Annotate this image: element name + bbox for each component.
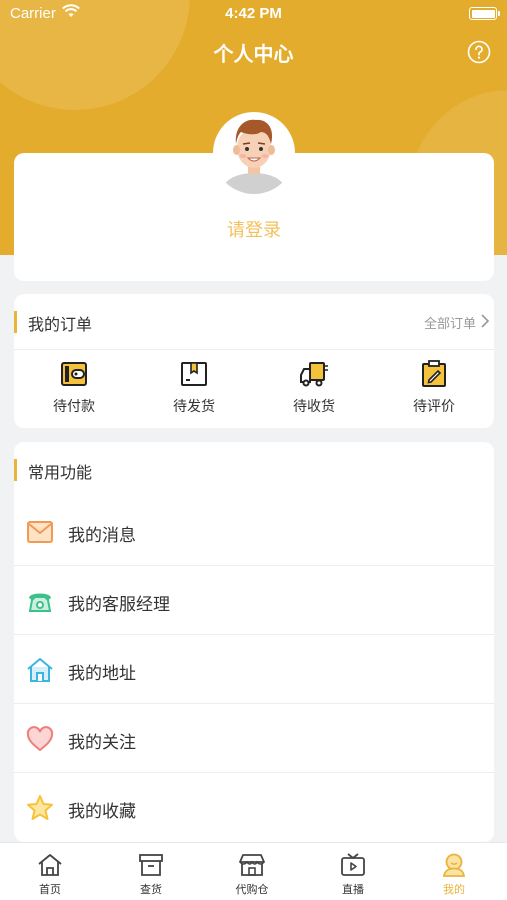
package-icon [181,362,207,386]
tab-label: 首页 [39,883,61,896]
order-pending-shipment[interactable]: 待发货 [134,354,254,416]
user-avatar-icon [224,119,284,194]
orders-card: 我的订单 全部订单 待付款 待发货 待收货 待评价 [14,294,494,428]
tv-icon [341,853,365,876]
order-item-label: 待评价 [413,399,455,415]
functions-section-title: 常用功能 [28,463,93,482]
orders-section-title: 我的订单 [28,315,93,334]
battery-icon [469,7,500,20]
heart-icon [26,726,54,752]
functions-card: 常用功能 我的消息 我的客服经理 我的地址 我的关注 我的收藏 [14,442,494,842]
menu-item-service-manager[interactable]: 我的客服经理 [14,567,494,635]
divider [14,772,494,773]
order-pending-receipt[interactable]: 待收货 [254,354,374,416]
box-icon [139,854,163,876]
clipboard-pen-icon [422,360,446,387]
tab-label: 直播 [342,883,364,896]
divider [14,703,494,704]
order-status-row: 待付款 待发货 待收货 待评价 [14,354,494,424]
menu-item-label: 我的地址 [68,664,136,684]
order-pending-review[interactable]: 待评价 [374,354,494,416]
delivery-truck-icon [300,362,328,387]
warehouse-icon [239,854,265,876]
tab-live[interactable]: 直播 [303,843,403,897]
divider [14,349,494,350]
house-icon [27,658,53,682]
tab-home[interactable]: 首页 [0,843,100,897]
menu-item-label: 我的关注 [68,733,136,753]
phone-icon [28,593,52,612]
tab-check-goods[interactable]: 查货 [101,843,201,897]
order-pending-payment[interactable]: 待付款 [14,354,134,416]
login-prompt[interactable]: 请登录 [14,216,494,242]
order-item-label: 待付款 [53,399,95,415]
question-circle-icon[interactable] [467,40,491,64]
orders-header: 我的订单 全部订单 [14,294,494,349]
home-icon [38,854,62,876]
all-orders-link[interactable]: 全部订单 [424,313,476,332]
tab-label: 查货 [140,883,162,896]
tab-bar: 首页 查货 代购仓 直播 我的 [0,842,507,900]
tab-warehouse[interactable]: 代购仓 [202,843,302,897]
profile-icon [442,853,466,877]
tab-label: 代购仓 [235,883,269,896]
order-item-label: 待收货 [293,399,335,415]
menu-item-label: 我的收藏 [68,802,136,822]
menu-item-address[interactable]: 我的地址 [14,636,494,704]
order-item-label: 待发货 [173,399,215,415]
star-icon [27,795,53,820]
menu-item-follows[interactable]: 我的关注 [14,705,494,773]
avatar[interactable] [213,112,295,194]
menu-item-messages[interactable]: 我的消息 [14,498,494,566]
page-title: 个人中心 [213,42,294,66]
chevron-right-icon[interactable] [478,312,492,330]
functions-header: 常用功能 [14,442,494,497]
divider [14,565,494,566]
status-bar: Carrier 4:42 PM [0,0,507,28]
divider [14,634,494,635]
section-accent-bar [14,459,17,481]
menu-item-favorites[interactable]: 我的收藏 [14,774,494,842]
envelope-icon [27,521,53,543]
menu-item-label: 我的消息 [68,526,136,546]
tab-label: 我的 [443,883,465,896]
status-time: 4:42 PM [225,5,282,22]
wallet-icon [61,362,87,386]
section-accent-bar [14,311,17,333]
menu-item-label: 我的客服经理 [68,595,170,615]
tab-mine[interactable]: 我的 [404,843,504,897]
